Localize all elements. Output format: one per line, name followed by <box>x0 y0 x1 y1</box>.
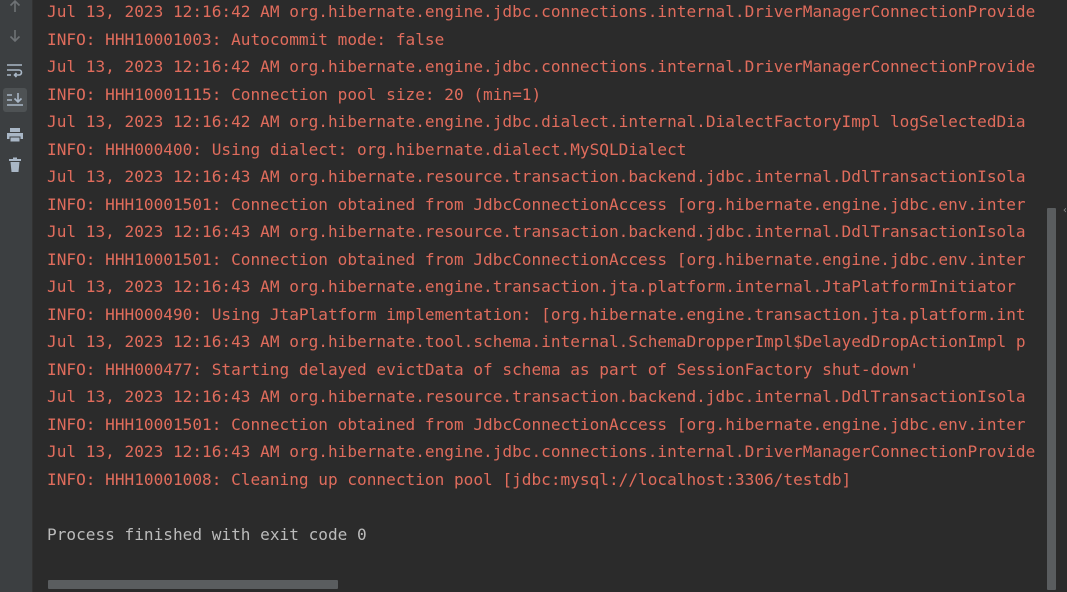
clear-all-button[interactable] <box>3 153 27 177</box>
process-exit-line: Process finished with exit code 0 <box>47 524 367 544</box>
log-line: Jul 13, 2023 12:16:42 AM org.hibernate.e… <box>47 112 1026 131</box>
log-line: Jul 13, 2023 12:16:43 AM org.hibernate.r… <box>47 222 1026 241</box>
print-button[interactable] <box>3 123 27 147</box>
console-output[interactable]: Jul 13, 2023 12:16:42 AM org.hibernate.e… <box>34 0 1047 592</box>
soft-wrap-button[interactable] <box>3 58 27 82</box>
vertical-scrollbar-thumb[interactable] <box>1047 208 1056 590</box>
log-line: Jul 13, 2023 12:16:42 AM org.hibernate.e… <box>47 57 1036 76</box>
log-line: INFO: HHH10001115: Connection pool size:… <box>47 84 542 104</box>
console-toolbar <box>0 0 33 592</box>
log-line: INFO: HHH10001003: Autocommit mode: fals… <box>47 29 445 49</box>
log-line: Jul 13, 2023 12:16:43 AM org.hibernate.e… <box>47 277 1016 296</box>
log-line: INFO: HHH10001501: Connection obtained f… <box>47 194 1026 214</box>
scroll-to-end-icon <box>6 92 24 108</box>
console-lines: Jul 13, 2023 12:16:42 AM org.hibernate.e… <box>47 0 1035 548</box>
log-line: Jul 13, 2023 12:16:43 AM org.hibernate.r… <box>47 167 1026 186</box>
log-line: INFO: HHH10001008: Cleaning up connectio… <box>47 469 852 489</box>
log-line: INFO: HHH000400: Using dialect: org.hibe… <box>47 139 687 159</box>
scroll-indicator-icon: ‹ <box>1062 206 1067 216</box>
down-button[interactable] <box>3 24 27 48</box>
log-line: Jul 13, 2023 12:16:43 AM org.hibernate.r… <box>47 387 1026 406</box>
soft-wrap-icon <box>6 62 24 78</box>
scroll-to-end-button[interactable] <box>3 88 27 112</box>
log-line: Jul 13, 2023 12:16:42 AM org.hibernate.e… <box>47 2 1036 21</box>
log-line: INFO: HHH000477: Starting delayed evictD… <box>47 359 920 379</box>
log-line: Jul 13, 2023 12:16:43 AM org.hibernate.t… <box>47 332 1026 351</box>
horizontal-scrollbar-thumb[interactable] <box>48 580 338 589</box>
log-line: Jul 13, 2023 12:16:43 AM org.hibernate.e… <box>47 442 1036 461</box>
log-line: INFO: HHH000490: Using JtaPlatform imple… <box>47 304 1026 324</box>
log-line: INFO: HHH10001501: Connection obtained f… <box>47 414 1026 434</box>
trash-icon <box>7 157 23 173</box>
up-button[interactable] <box>3 0 27 18</box>
log-line: INFO: HHH10001501: Connection obtained f… <box>47 249 1026 269</box>
arrow-up-icon <box>7 0 23 14</box>
arrow-down-icon <box>7 28 23 44</box>
print-icon <box>6 127 24 143</box>
